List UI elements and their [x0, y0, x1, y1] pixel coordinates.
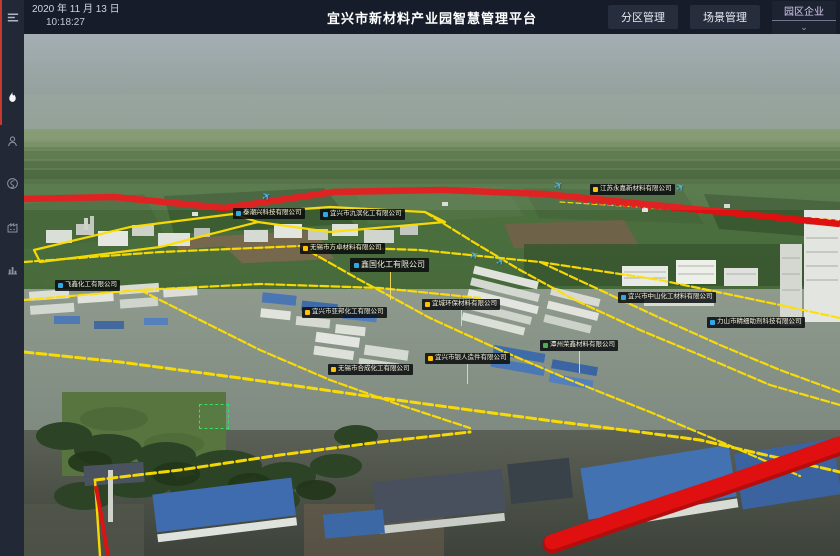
company-marker-icon — [303, 246, 308, 251]
aircraft-marker-icon[interactable]: ✈ — [674, 180, 688, 194]
company-label-text: 宜兴市银人造件有限公司 — [435, 355, 507, 362]
company-label-text: 鑫国化工有限公司 — [361, 261, 425, 269]
company-marker-icon — [593, 187, 598, 192]
park-enterprise-dropdown[interactable]: 园区企业 ⌄ — [772, 1, 836, 34]
company-label-text: 飞鑫化工有限公司 — [65, 282, 117, 289]
top-bar: 2020 年 11 月 13 日 10:18:27 宜兴市新材料产业园智慧管理平… — [24, 0, 840, 34]
company-map-label[interactable]: 飞鑫化工有限公司 — [55, 280, 120, 291]
company-map-label[interactable]: 鑫国化工有限公司 — [350, 258, 429, 272]
person-icon — [6, 135, 19, 148]
company-marker-icon — [331, 367, 336, 372]
company-map-label[interactable]: 无锡市方卓材料有限公司 — [300, 243, 385, 254]
chevron-down-icon: ⌄ — [800, 21, 808, 34]
label-leader-line — [579, 351, 580, 373]
bar-chart-icon — [6, 263, 19, 276]
label-leader-line — [461, 310, 462, 326]
company-map-label[interactable]: 无锡市合成化工有限公司 — [328, 364, 413, 375]
company-marker-icon — [236, 211, 241, 216]
company-label-text: 潭州荣鑫材料有限公司 — [550, 342, 615, 349]
label-leader-line — [467, 364, 468, 384]
company-label-text: 无锡市合成化工有限公司 — [338, 366, 410, 373]
zone-management-button[interactable]: 分区管理 — [608, 5, 678, 29]
topbar-actions: 分区管理 场景管理 园区企业 ⌄ — [608, 0, 836, 34]
company-marker-icon — [621, 295, 626, 300]
globe-icon — [6, 177, 19, 190]
flame-icon — [6, 90, 19, 105]
map-selection-box — [199, 404, 229, 429]
company-map-label[interactable]: 江苏永嘉新材料有限公司 — [590, 184, 675, 195]
company-label-text: 宜兴市中山化工材料有限公司 — [628, 294, 713, 301]
map-overlay: 泰潮兴科技有限公司 宜兴市氿滨化工有限公司无锡市方卓材料有限公司鑫国化工有限公司 江… — [24, 34, 840, 556]
company-marker-icon — [58, 283, 63, 288]
company-map-label[interactable]: 宜兴市中山化工材料有限公司 — [618, 292, 716, 303]
company-map-label[interactable]: 力山市精细助剂科技有限公司 — [707, 317, 805, 328]
company-marker-icon — [305, 310, 310, 315]
company-label-text: 江苏永嘉新材料有限公司 — [600, 186, 672, 193]
company-map-label[interactable]: 宜兴市氿滨化工有限公司 — [320, 209, 405, 220]
company-marker-icon — [428, 356, 433, 361]
company-label-text: 宜兴市亚邦化工有限公司 — [312, 309, 384, 316]
sidebar-item-menu[interactable] — [0, 4, 24, 30]
dropdown-selected-value: 园区企业 — [772, 3, 836, 21]
app-window: 2020 年 11 月 13 日 10:18:27 宜兴市新材料产业园智慧管理平… — [0, 0, 840, 556]
sidebar-item-enterprise[interactable] — [0, 214, 24, 240]
aircraft-marker-icon[interactable]: ✈ — [260, 189, 274, 203]
company-label-text: 无锡市方卓材料有限公司 — [310, 245, 382, 252]
company-marker-icon — [425, 302, 430, 307]
sidebar — [0, 0, 24, 556]
company-marker-icon — [710, 320, 715, 325]
aircraft-marker-icon[interactable]: ✈ — [468, 248, 482, 262]
company-label-text: 力山市精细助剂科技有限公司 — [717, 319, 802, 326]
company-map-label[interactable]: 宜兴市亚邦化工有限公司 — [302, 307, 387, 318]
aircraft-marker-icon[interactable]: ✈ — [552, 178, 566, 192]
company-label-text: 泰潮兴科技有限公司 — [243, 210, 302, 217]
factory-icon — [6, 221, 19, 234]
company-marker-icon — [354, 263, 359, 268]
company-map-label[interactable]: 潭州荣鑫材料有限公司 — [540, 340, 618, 351]
label-leader-line — [390, 272, 391, 300]
company-label-text: 宜城环保材料有限公司 — [432, 301, 497, 308]
aircraft-marker-icon[interactable]: ✈ — [494, 254, 508, 268]
sidebar-item-statistics[interactable] — [0, 256, 24, 282]
company-marker-icon — [323, 212, 328, 217]
sidebar-item-monitor[interactable] — [0, 170, 24, 196]
map-viewport[interactable]: 泰潮兴科技有限公司 宜兴市氿滨化工有限公司无锡市方卓材料有限公司鑫国化工有限公司 江… — [24, 34, 840, 556]
scene-management-button[interactable]: 场景管理 — [690, 5, 760, 29]
sidebar-item-personnel[interactable] — [0, 128, 24, 154]
company-label-text: 宜兴市氿滨化工有限公司 — [330, 211, 402, 218]
company-map-label[interactable]: 泰潮兴科技有限公司 — [233, 208, 305, 219]
company-map-label[interactable]: 宜兴市银人造件有限公司 — [425, 353, 510, 364]
hamburger-icon — [5, 10, 20, 25]
company-map-label[interactable]: 宜城环保材料有限公司 — [422, 299, 500, 310]
company-marker-icon — [543, 343, 548, 348]
sidebar-item-alarm[interactable] — [0, 84, 24, 110]
